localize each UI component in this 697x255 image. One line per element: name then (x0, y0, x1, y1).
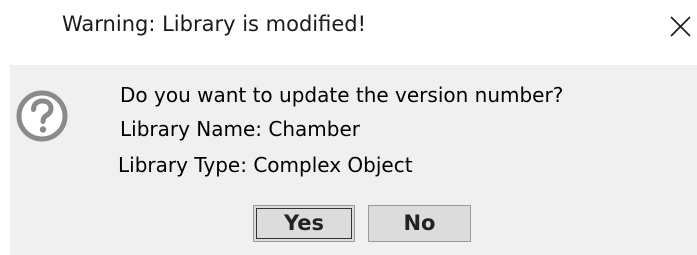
question-text: Do you want to update the version number… (120, 83, 564, 107)
close-button[interactable] (664, 6, 697, 46)
close-icon (670, 16, 691, 37)
message-dialog: Warning: Library is modified! Do you wan… (0, 0, 697, 255)
no-button-label: No (403, 211, 436, 235)
dialog-title: Warning: Library is modified! (62, 12, 367, 36)
yes-button[interactable]: Yes (253, 205, 355, 242)
no-button[interactable]: No (368, 205, 471, 242)
library-name-text: Library Name: Chamber (120, 117, 360, 141)
title-bar[interactable]: Warning: Library is modified! (0, 0, 697, 64)
library-type-text: Library Type: Complex Object (118, 153, 413, 177)
question-icon (16, 90, 68, 142)
dialog-body: Do you want to update the version number… (10, 65, 697, 255)
yes-button-label: Yes (283, 211, 325, 235)
